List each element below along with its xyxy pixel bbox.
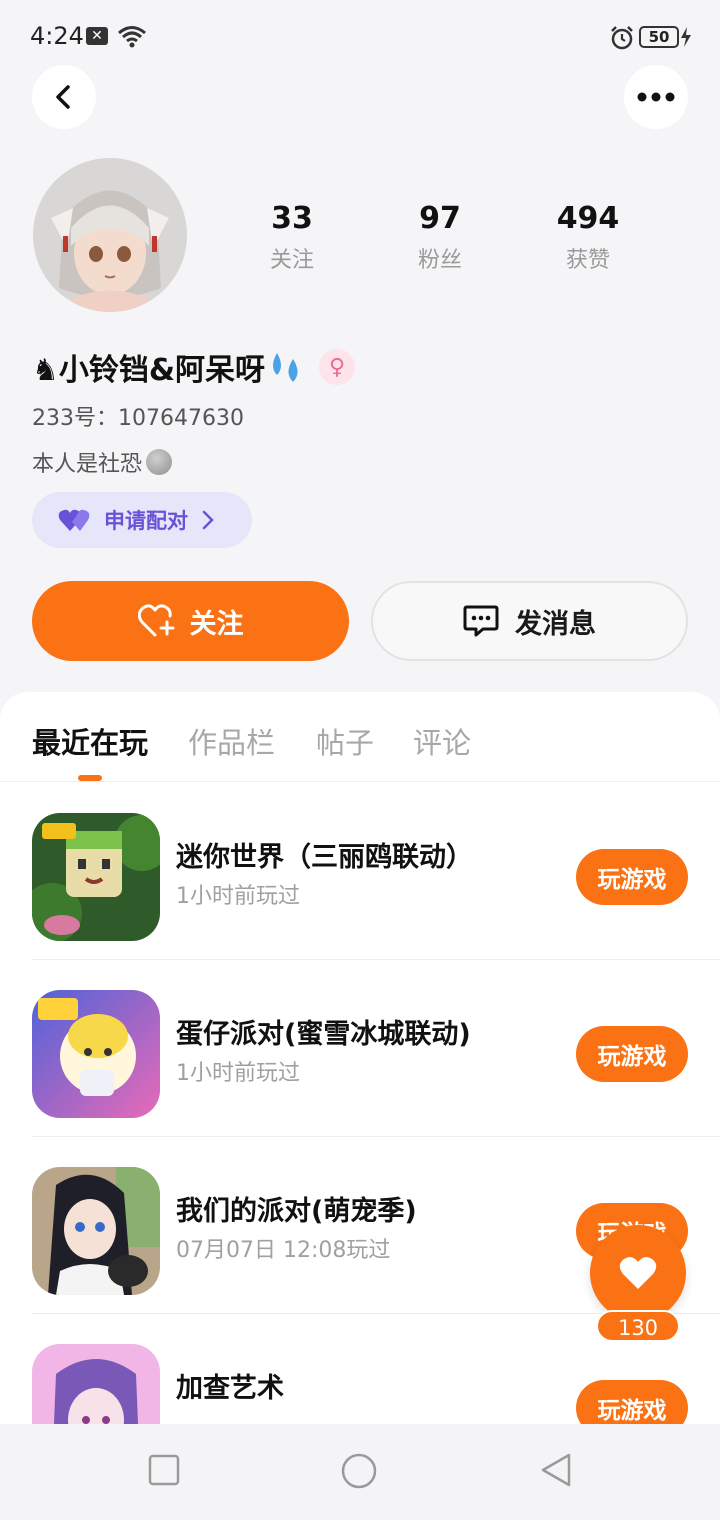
game-list-item[interactable]: 蛋仔派对(蜜雪冰城联动) 1小时前玩过 玩游戏 [32,960,720,1137]
like-count-badge: 130 [596,1310,680,1342]
game-list-item[interactable]: 迷你世界（三丽鸥联动） 1小时前玩过 玩游戏 [32,783,720,960]
tab-bar: 最近在玩 作品栏 帖子 评论 [0,692,720,782]
avatar[interactable] [33,158,187,312]
stat-fans[interactable]: 97 粉丝 [380,200,500,274]
game-last-played: 1小时前玩过 [176,1061,300,1086]
apply-match-label: 申请配对 [104,509,188,533]
game-last-played: 1小时前玩过 [176,884,300,909]
fans-label: 粉丝 [417,248,462,273]
game-icon [32,1344,160,1424]
status-bar: 4:24 ✕ 50 [0,0,720,74]
emoji-icon [146,449,173,475]
avatar-image [33,158,187,312]
game-title: 蛋仔派对(蜜雪冰城联动) [176,1019,471,1050]
tab-recently-played[interactable]: 最近在玩 [32,720,148,762]
gender-female-icon: ♀ [319,349,356,385]
game-last-played: 07月07日 12:08玩过 [176,1238,391,1263]
play-game-button[interactable]: 玩游戏 [576,1026,688,1082]
likes-count: 494 [556,201,620,236]
game-title: 迷你世界（三丽鸥联动） [176,842,473,873]
following-count: 33 [271,201,313,236]
tab-indicator [78,775,102,781]
likes-label: 获赞 [565,248,610,273]
game-title: 加查艺术 [176,1373,284,1404]
notification-icon: ✕ [86,27,108,45]
system-navigation-bar [0,1424,720,1520]
tab-works[interactable]: 作品栏 [188,720,275,762]
follow-label: 关注 [189,608,244,640]
game-icon [32,1167,160,1295]
more-horizontal-icon [637,92,675,102]
heart-pair-icon [58,509,90,531]
charging-icon [681,27,691,47]
alarm-icon [611,26,633,50]
bio-text: 本人是社恐 [32,452,143,477]
battery-icon: 50 [639,26,679,48]
more-button[interactable] [624,65,688,129]
tab-posts[interactable]: 帖子 [316,720,374,762]
chevron-right-icon [202,510,214,530]
nickname-row: ♞小铃铛&阿呆呀 ♀ [32,345,356,389]
wifi-icon [118,26,146,48]
heart-icon [619,1257,657,1289]
game-title: 我们的派对(萌宠季) [176,1196,417,1227]
floating-like-button[interactable] [590,1225,686,1321]
recent-apps-icon[interactable] [148,1454,180,1486]
stat-likes[interactable]: 494 获赞 [528,200,648,274]
home-icon[interactable] [340,1452,378,1490]
game-icon [32,813,160,941]
fans-count: 97 [419,201,461,236]
chevron-left-icon [56,85,70,109]
nickname: ♞小铃铛&阿呆呀 [32,353,266,388]
sweat-drops-icon [273,353,298,382]
apply-match-button[interactable]: 申请配对 [32,492,252,548]
game-icon [32,990,160,1118]
send-message-label: 发消息 [515,608,596,640]
play-game-button[interactable]: 玩游戏 [576,1380,688,1424]
chat-bubble-icon [463,605,499,637]
status-time: 4:24 [30,22,84,50]
following-label: 关注 [269,248,314,273]
play-game-button[interactable]: 玩游戏 [576,849,688,905]
tab-comments[interactable]: 评论 [413,720,471,762]
follow-button[interactable]: 关注 [32,581,349,661]
back-triangle-icon[interactable] [539,1452,573,1488]
send-message-button[interactable]: 发消息 [371,581,688,661]
back-button[interactable] [32,65,96,129]
stat-following[interactable]: 33 关注 [232,200,352,274]
heart-plus-icon [137,604,174,637]
user-id: 233号：107647630 [32,406,244,431]
bio: 本人是社恐 [32,446,173,478]
